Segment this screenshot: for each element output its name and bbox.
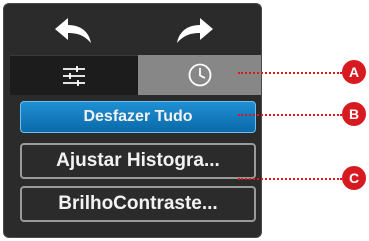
clock-history-icon: [188, 63, 212, 87]
history-panel: Desfazer Tudo Ajustar Histogra... Brilho…: [3, 3, 262, 238]
tab-history[interactable]: [138, 55, 261, 95]
annotated-screenshot: Desfazer Tudo Ajustar Histogra... Brilho…: [0, 0, 369, 241]
callout-a-leader: [238, 72, 342, 74]
history-item-brightness[interactable]: BrilhoContraste...: [20, 186, 256, 222]
undo-redo-toolbar: [4, 12, 261, 50]
history-item-label: Ajustar Histogra...: [56, 150, 220, 171]
callout-a-label: A: [348, 64, 360, 80]
history-item-label: BrilhoContraste...: [58, 193, 218, 214]
callout-b-leader: [238, 114, 342, 116]
undo-all-label: Desfazer Tudo: [83, 108, 193, 125]
callout-c-leader: [238, 178, 342, 180]
callout-b-badge: B: [342, 102, 366, 126]
history-item-histogram[interactable]: Ajustar Histogra...: [20, 143, 256, 179]
redo-button[interactable]: [134, 12, 254, 50]
callout-c-label: C: [348, 170, 360, 186]
undo-button[interactable]: [14, 12, 134, 50]
tab-adjustments[interactable]: [10, 55, 138, 95]
panel-tabs: [10, 55, 261, 95]
undo-arrow-icon: [55, 18, 91, 43]
callout-a-badge: A: [342, 60, 366, 84]
callout-b-label: B: [348, 106, 360, 122]
redo-arrow-icon: [177, 18, 213, 43]
callout-c-badge: C: [342, 166, 366, 190]
undo-all-button[interactable]: Desfazer Tudo: [20, 101, 256, 133]
sliders-icon: [63, 65, 85, 86]
